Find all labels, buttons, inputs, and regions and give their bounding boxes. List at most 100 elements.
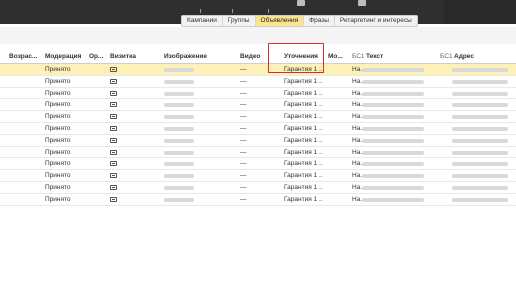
table-row[interactable]: Принято — Гарантия 1 ... На... [0, 170, 516, 182]
clarification-value[interactable]: Гарантия 1 ... [284, 101, 322, 108]
tab-phrases[interactable]: Фразы [304, 16, 335, 26]
moderation-status: Принято [45, 66, 71, 73]
business-card-icon[interactable] [110, 173, 117, 179]
ad-text-blurred [362, 103, 424, 108]
clarification-value[interactable]: Гарантия 1 ... [284, 196, 322, 203]
business-card-icon[interactable] [110, 196, 117, 202]
image-thumbnail-placeholder[interactable] [164, 150, 194, 155]
image-thumbnail-placeholder[interactable] [164, 138, 194, 143]
tab-campaigns[interactable]: Кампании [182, 16, 223, 26]
ad-address-blurred [452, 138, 508, 143]
tab-ads[interactable]: Объявления [255, 16, 305, 26]
business-card-icon[interactable] [110, 137, 117, 143]
business-card-icon[interactable] [110, 78, 117, 84]
table-row[interactable]: Принято — Гарантия 1 ... На... [0, 194, 516, 206]
ad-text-blurred [362, 150, 424, 155]
column-vizitka[interactable]: Визитка [110, 53, 150, 60]
clarification-value[interactable]: Гарантия 1 ... [284, 90, 322, 97]
business-card-icon[interactable] [110, 125, 117, 131]
column-age[interactable]: Возрас... [9, 53, 41, 60]
business-card-icon[interactable] [110, 114, 117, 120]
table-row[interactable]: Принято — Гарантия 1 ... На... [0, 88, 516, 100]
image-thumbnail-placeholder[interactable] [164, 68, 194, 72]
tab-retargeting[interactable]: Ретаргетинг и интересы [335, 16, 417, 26]
business-card-icon[interactable] [110, 161, 117, 167]
column-moderation[interactable]: Модерация [45, 53, 85, 60]
moderation-status: Принято [45, 89, 71, 97]
ad-text-blurred [362, 68, 424, 72]
video-value: — [240, 77, 247, 85]
business-card-icon[interactable] [110, 102, 117, 108]
business-card-icon[interactable] [110, 67, 117, 72]
tab-count-marker [232, 9, 233, 13]
table-header: Возрас... Модерация Ор... Визитка Изобра… [0, 50, 516, 64]
column-mo[interactable]: Мо... [328, 53, 344, 60]
ad-text-blurred [362, 126, 424, 131]
ad-address-blurred [452, 150, 508, 155]
image-thumbnail-placeholder[interactable] [164, 103, 194, 108]
moderation-status: Принято [45, 183, 71, 191]
clarification-value[interactable]: Гарантия 1 ... [284, 149, 322, 156]
image-thumbnail-placeholder[interactable] [164, 79, 194, 84]
clarification-value[interactable]: Гарантия 1 ... [284, 125, 322, 132]
toolbar-right-area [444, 0, 516, 24]
column-text[interactable]: Текст [366, 53, 406, 60]
filter-strip [0, 27, 516, 44]
column-video[interactable]: Видео [240, 53, 264, 60]
table-row[interactable]: Принято — Гарантия 1 ... На... [0, 147, 516, 159]
column-or[interactable]: Ор... [89, 53, 105, 60]
image-thumbnail-placeholder[interactable] [164, 174, 194, 179]
ads-table: Возрас... Модерация Ор... Визитка Изобра… [0, 50, 516, 206]
ad-address-blurred [452, 68, 508, 72]
moderation-status: Принято [45, 160, 71, 168]
tab-count-marker [200, 9, 201, 13]
mo-value: На... [352, 136, 362, 144]
video-value: — [240, 148, 247, 156]
clarification-value[interactable]: Гарантия 1 ... [284, 160, 322, 167]
clarification-value[interactable]: Гарантия 1 ... [284, 78, 322, 85]
mo-value: На... [352, 101, 362, 109]
table-row[interactable]: Принято — Гарантия 1 ... На... [0, 76, 516, 88]
column-image[interactable]: Изображение [164, 53, 224, 60]
mo-value: На... [352, 89, 362, 97]
column-clarifications[interactable]: Уточнения [284, 53, 322, 60]
ad-address-blurred [452, 79, 508, 84]
tab-groups[interactable]: Группы [223, 16, 256, 26]
toolbar-icon[interactable] [297, 0, 305, 6]
clarification-value[interactable]: Гарантия 1 ... [284, 66, 322, 73]
clarification-value[interactable]: Гарантия 1 ... [284, 113, 322, 120]
clarification-value[interactable]: Гарантия 1 ... [284, 137, 322, 144]
image-thumbnail-placeholder[interactable] [164, 185, 194, 190]
table-row[interactable]: Принято — Гарантия 1 ... На... [0, 182, 516, 194]
table-row[interactable]: Принято — Гарантия 1 ... На... [0, 111, 516, 123]
table-row[interactable]: Принято — Гарантия 1 ... На... [0, 158, 516, 171]
column-bc1-text-prefix: БС1 [352, 53, 364, 60]
moderation-status: Принято [45, 148, 71, 156]
business-card-icon[interactable] [110, 184, 117, 190]
table-row[interactable]: Принято — Гарантия 1 ... На... [0, 99, 516, 112]
video-value: — [240, 172, 247, 180]
image-thumbnail-placeholder[interactable] [164, 115, 194, 120]
table-row[interactable]: Принято — Гарантия 1 ... На... [0, 123, 516, 135]
mo-value: На... [352, 77, 362, 85]
ad-address-blurred [452, 162, 508, 167]
ad-text-blurred [362, 115, 424, 120]
column-address[interactable]: Адрес [454, 53, 494, 60]
tab-bar: Кампании Группы Объявления Фразы Ретарге… [181, 15, 418, 27]
image-thumbnail-placeholder[interactable] [164, 126, 194, 131]
toolbar-icon[interactable] [358, 0, 366, 6]
business-card-icon[interactable] [110, 90, 117, 96]
moderation-status: Принято [45, 195, 71, 203]
business-card-icon[interactable] [110, 149, 117, 155]
image-thumbnail-placeholder[interactable] [164, 197, 194, 202]
image-thumbnail-placeholder[interactable] [164, 91, 194, 96]
moderation-status: Принято [45, 101, 71, 109]
table-row[interactable]: Принято — Гарантия 1 ... На... [0, 135, 516, 147]
ad-text-blurred [362, 138, 424, 143]
video-value: — [240, 195, 247, 203]
table-row[interactable]: Принято — Гарантия 1 ... На... [0, 64, 516, 76]
ad-address-blurred [452, 126, 508, 131]
image-thumbnail-placeholder[interactable] [164, 162, 194, 167]
clarification-value[interactable]: Гарантия 1 ... [284, 184, 322, 191]
clarification-value[interactable]: Гарантия 1 ... [284, 172, 322, 179]
